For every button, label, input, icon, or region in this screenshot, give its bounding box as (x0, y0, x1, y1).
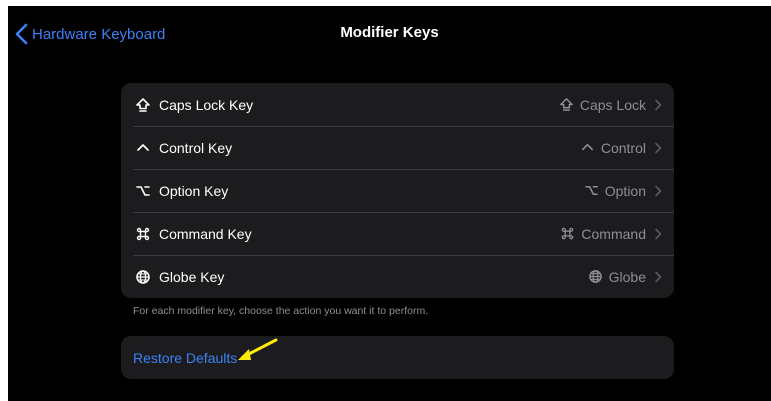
globe-key-value-text: Globe (608, 268, 646, 285)
annotation-arrow-icon (238, 338, 278, 360)
caps-lock-icon (135, 97, 151, 113)
globe-key-row[interactable]: Globe Key Globe (121, 255, 674, 298)
chevron-right-icon (654, 142, 662, 154)
chevron-right-icon (654, 99, 662, 111)
option-key-row[interactable]: Option Key Option (121, 169, 674, 212)
caps-lock-key-label: Caps Lock Key (159, 96, 254, 113)
option-icon (584, 183, 599, 198)
command-key-value: Command (560, 226, 646, 242)
chevron-right-icon (654, 185, 662, 197)
chevron-right-icon (654, 271, 662, 283)
chevron-right-icon (654, 228, 662, 240)
back-button-label: Hardware Keyboard (32, 25, 166, 43)
caps-lock-key-row[interactable]: Caps Lock Key Caps Lock (121, 83, 674, 126)
navigation-bar: Hardware Keyboard Modifier Keys (8, 6, 771, 62)
caps-lock-icon (559, 97, 574, 112)
option-key-label: Option Key (159, 182, 229, 199)
control-icon (580, 140, 595, 155)
control-icon (135, 140, 151, 156)
command-key-row[interactable]: Command Key Command (121, 212, 674, 255)
globe-icon (135, 269, 151, 285)
control-key-value-text: Control (600, 139, 646, 156)
modifier-key-list: Caps Lock Key Caps Lock Control Key Cont… (121, 83, 674, 298)
chevron-left-icon (15, 23, 28, 45)
globe-key-value: Globe (588, 269, 646, 285)
caps-lock-key-value-text: Caps Lock (579, 96, 646, 113)
command-icon (135, 226, 151, 242)
command-key-value-text: Command (581, 225, 646, 242)
globe-icon (588, 269, 603, 284)
restore-defaults-group: Restore Defaults (121, 336, 674, 379)
control-key-row[interactable]: Control Key Control (121, 126, 674, 169)
command-key-label: Command Key (159, 225, 252, 242)
modifier-keys-screen: Hardware Keyboard Modifier Keys Caps Loc… (8, 6, 771, 401)
back-button[interactable]: Hardware Keyboard (14, 20, 165, 48)
caps-lock-key-value: Caps Lock (559, 97, 646, 113)
restore-defaults-button[interactable]: Restore Defaults (133, 350, 237, 366)
control-key-label: Control Key (159, 139, 233, 156)
control-key-value: Control (580, 140, 646, 156)
command-icon (560, 226, 575, 241)
option-key-value-text: Option (604, 182, 646, 199)
modifier-keys-footnote: For each modifier key, choose the action… (133, 305, 429, 317)
globe-key-label: Globe Key (159, 268, 225, 285)
option-icon (135, 183, 151, 199)
option-key-value: Option (584, 183, 646, 199)
